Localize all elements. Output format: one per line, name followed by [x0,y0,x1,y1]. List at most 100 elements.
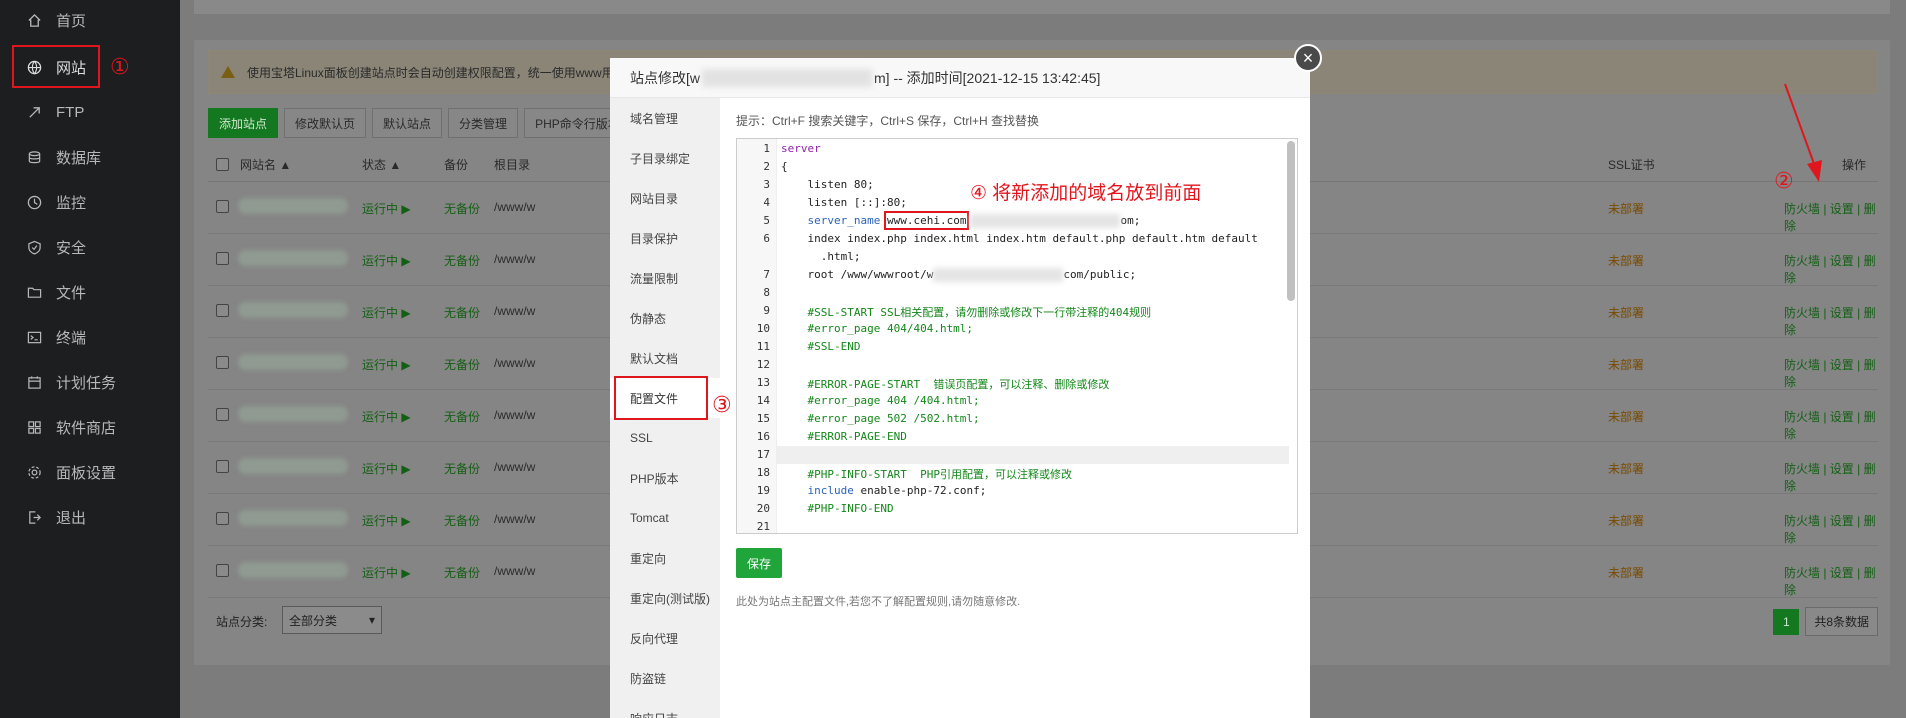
row-checkbox[interactable] [216,408,229,421]
root-path[interactable]: /www/w [494,564,535,578]
modal-menu-item[interactable]: 目录保护 [610,218,720,258]
row-checkbox[interactable] [216,564,229,577]
line-number: 2 [763,160,770,173]
root-path[interactable]: /www/w [494,512,535,526]
row-checkbox[interactable] [216,460,229,473]
backup-status[interactable]: 无备份 [444,564,480,581]
blurred-domain [933,268,1064,282]
status-running[interactable]: 运行中 ▶ [362,408,411,425]
root-path[interactable]: /www/w [494,304,535,318]
sidebar-item-logout[interactable]: 退出 [0,495,180,540]
backup-status[interactable]: 无备份 [444,304,480,321]
ssl-status[interactable]: 未部署 [1608,304,1644,321]
status-running[interactable]: 运行中 ▶ [362,356,411,373]
row-checkbox[interactable] [216,252,229,265]
blurred-site-name [238,562,348,578]
modal-menu-item[interactable]: 伪静态 [610,298,720,338]
row-actions[interactable]: 防火墙 | 设置 | 删除 [1784,200,1878,234]
backup-status[interactable]: 无备份 [444,460,480,477]
row-actions[interactable]: 防火墙 | 设置 | 删除 [1784,356,1878,390]
backup-status[interactable]: 无备份 [444,200,480,217]
ssl-status[interactable]: 未部署 [1608,564,1644,581]
sidebar-item-store[interactable]: 软件商店 [0,405,180,450]
status-running[interactable]: 运行中 ▶ [362,460,411,477]
sidebar-item-security[interactable]: 安全 [0,225,180,270]
line-number: 10 [756,322,770,335]
row-checkbox[interactable] [216,512,229,525]
page-button[interactable]: 1 [1773,608,1800,635]
modal-menu-item[interactable]: 响应日志 [610,698,720,718]
line-number: 16 [756,430,770,443]
backup-status[interactable]: 无备份 [444,252,480,269]
backup-status[interactable]: 无备份 [444,408,480,425]
sidebar-item-ftp[interactable]: FTP [0,90,180,135]
code-token: com/public; [1063,268,1137,281]
category-select[interactable]: 全部分类 ▾ [282,606,382,634]
modal-menu-item[interactable]: 默认文档 [610,338,720,378]
root-path[interactable]: /www/w [494,408,535,422]
row-checkbox[interactable] [216,304,229,317]
status-running[interactable]: 运行中 ▶ [362,564,411,581]
modal-menu-item[interactable]: 网站目录 [610,178,720,218]
blurred-site-name [238,406,348,422]
row-actions[interactable]: 防火墙 | 设置 | 删除 [1784,460,1878,494]
code-line: .html; [781,250,861,263]
col-site-name[interactable]: 网站名 ▲ [240,156,291,173]
sidebar-item-database[interactable]: 数据库 [0,135,180,180]
root-path[interactable]: /www/w [494,460,535,474]
line-number: 15 [756,412,770,425]
row-checkbox[interactable] [216,200,229,213]
sidebar-item-label: 监控 [56,195,87,212]
modal-menu-item[interactable]: 流量限制 [610,258,720,298]
editor-scrollbar[interactable] [1287,141,1295,301]
ssl-status[interactable]: 未部署 [1608,200,1644,217]
sidebar-item-monitor[interactable]: 监控 [0,180,180,225]
blurred-site-name [238,302,348,318]
col-status[interactable]: 状态 ▲ [362,156,401,173]
modal-menu-item[interactable]: Tomcat [610,498,720,538]
row-actions[interactable]: 防火墙 | 设置 | 删除 [1784,408,1878,442]
add-site-button[interactable]: 添加站点 [208,108,279,138]
status-running[interactable]: 运行中 ▶ [362,200,411,217]
row-actions[interactable]: 防火墙 | 设置 | 删除 [1784,252,1878,286]
backup-status[interactable]: 无备份 [444,512,480,529]
sidebar-item-files[interactable]: 文件 [0,270,180,315]
row-actions[interactable]: 防火墙 | 设置 | 删除 [1784,512,1878,546]
ssl-status[interactable]: 未部署 [1608,460,1644,477]
row-checkbox[interactable] [216,356,229,369]
ssl-status[interactable]: 未部署 [1608,252,1644,269]
modal-menu-item[interactable]: 子目录绑定 [610,138,720,178]
root-path[interactable]: /www/w [494,356,535,370]
close-icon[interactable]: × [1294,44,1322,72]
modify-default-page-button[interactable]: 修改默认页 [284,108,367,138]
ssl-status[interactable]: 未部署 [1608,408,1644,425]
sidebar-item-settings[interactable]: 面板设置 [0,450,180,495]
line-number: 3 [763,178,770,191]
modal-menu-item[interactable]: 域名管理 [610,98,720,138]
root-path[interactable]: /www/w [494,200,535,214]
line-number: 5 [763,214,770,227]
modal-menu-item[interactable]: 重定向(测试版) [610,578,720,618]
select-all-checkbox[interactable] [216,158,229,171]
ssl-status[interactable]: 未部署 [1608,356,1644,373]
row-actions[interactable]: 防火墙 | 设置 | 删除 [1784,304,1878,338]
modal-menu-item[interactable]: 反向代理 [610,618,720,658]
category-manage-button[interactable]: 分类管理 [448,108,519,138]
modal-menu-item[interactable]: 重定向 [610,538,720,578]
modal-menu-item[interactable]: 防盗链 [610,658,720,698]
status-running[interactable]: 运行中 ▶ [362,512,411,529]
code-line: index index.php index.html index.htm def… [781,232,1257,245]
modal-menu-item[interactable]: PHP版本 [610,458,720,498]
save-button[interactable]: 保存 [736,548,782,578]
status-running[interactable]: 运行中 ▶ [362,252,411,269]
status-running[interactable]: 运行中 ▶ [362,304,411,321]
modal-menu-item[interactable]: SSL [610,418,720,458]
root-path[interactable]: /www/w [494,252,535,266]
sidebar-item-terminal[interactable]: 终端 [0,315,180,360]
sidebar-item-home[interactable]: 首页 [0,0,180,40]
row-actions[interactable]: 防火墙 | 设置 | 删除 [1784,564,1878,598]
sidebar-item-cron[interactable]: 计划任务 [0,360,180,405]
ssl-status[interactable]: 未部署 [1608,512,1644,529]
backup-status[interactable]: 无备份 [444,356,480,373]
default-site-button[interactable]: 默认站点 [372,108,443,138]
